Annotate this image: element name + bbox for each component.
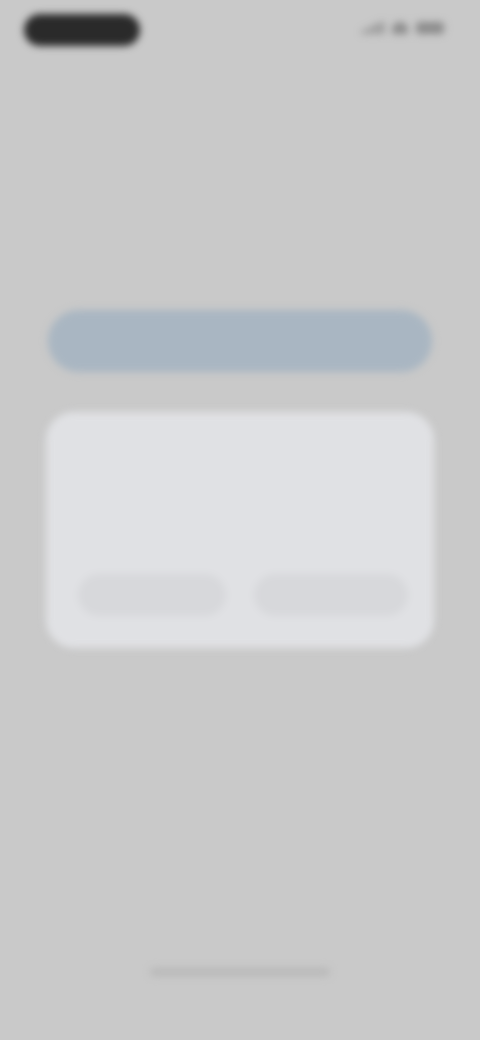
primary-button[interactable] <box>48 310 432 372</box>
confirm-button[interactable] <box>254 574 408 616</box>
home-indicator[interactable] <box>118 958 362 988</box>
dialog <box>46 412 434 648</box>
signal-icon <box>362 22 384 34</box>
cancel-button[interactable] <box>78 574 226 616</box>
status-icons <box>362 22 444 34</box>
home-indicator-bar <box>150 968 330 976</box>
blurred-screen <box>0 0 480 1040</box>
battery-icon <box>416 22 444 34</box>
status-time <box>24 14 140 46</box>
status-bar <box>0 0 480 60</box>
wifi-icon <box>392 22 408 34</box>
